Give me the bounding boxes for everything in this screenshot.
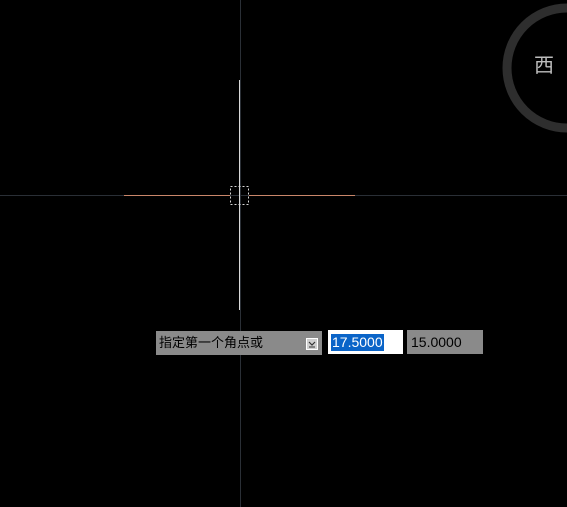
y-coordinate-input[interactable]: 15.0000 [407,330,483,354]
y-coordinate-value[interactable]: 15.0000 [411,334,462,350]
x-coordinate-value[interactable]: 17.5000 [331,333,384,351]
drawing-canvas[interactable]: 西 指定第一个角点或 17.5000 15.0000 [0,0,567,507]
viewcube-ring[interactable] [0,0,567,507]
x-coordinate-input[interactable]: 17.5000 [328,330,403,354]
dynamic-input-prompt: 指定第一个角点或 [156,331,322,355]
dropdown-arrow-icon[interactable] [306,338,318,350]
viewcube-west-label[interactable]: 西 [534,55,554,75]
prompt-text: 指定第一个角点或 [159,335,264,351]
